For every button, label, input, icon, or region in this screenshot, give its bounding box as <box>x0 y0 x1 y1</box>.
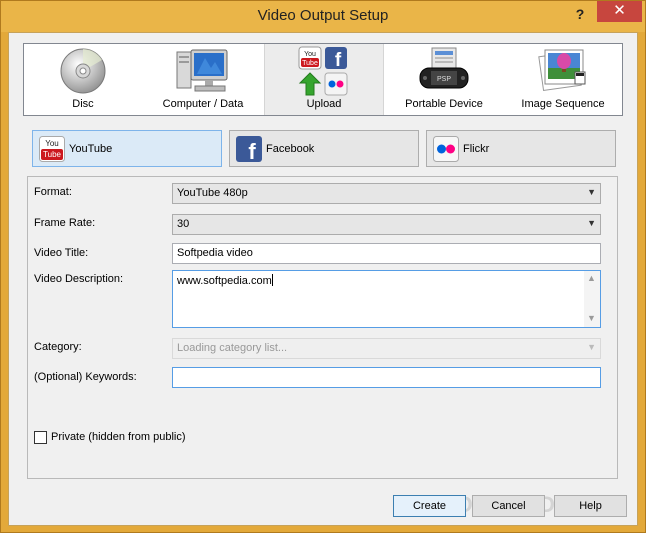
youtube-icon-you-text: You <box>45 139 59 148</box>
facebook-icon: f <box>236 136 262 162</box>
keywords-field[interactable] <box>172 367 601 388</box>
title-help-button[interactable]: ? <box>567 3 593 25</box>
psp-icon: PSP <box>419 47 469 89</box>
category-select-value: Loading category list... <box>177 342 288 354</box>
format-select-value: YouTube 480p <box>177 187 248 199</box>
title-bar: Video Output Setup ? ✕ <box>1 1 645 32</box>
service-tab-label: Flickr <box>463 143 490 155</box>
video-title-field[interactable]: Softpedia video <box>172 243 601 264</box>
category-label: Category: <box>34 341 82 353</box>
video-description-value: www.softpedia.com <box>177 275 272 287</box>
upload-icon-facebook-text: f <box>335 50 342 71</box>
keywords-label: (Optional) Keywords: <box>34 371 137 383</box>
chevron-down-icon: ▼ <box>587 342 596 352</box>
scroll-up-icon[interactable]: ▲ <box>587 273 596 283</box>
private-checkbox-label[interactable]: Private (hidden from public) <box>51 431 186 443</box>
dialog-client-area: Disc Computer / Data You Tube f Upload P… <box>8 32 638 526</box>
video-title-value: Softpedia video <box>177 247 253 259</box>
format-label: Format: <box>34 186 72 198</box>
toolbar-item-portable-device[interactable]: PSP Portable Device <box>384 44 504 115</box>
disc-icon <box>60 48 106 94</box>
category-select[interactable]: Loading category list... ▼ <box>172 338 601 359</box>
youtube-icon-tube-text: Tube <box>43 150 61 159</box>
scroll-down-icon[interactable]: ▼ <box>587 313 596 323</box>
toolbar-item-label: Disc <box>72 98 94 110</box>
upload-icon: You Tube f <box>298 46 348 96</box>
video-output-setup-window: Video Output Setup ? ✕ Disc Computer / D… <box>0 0 646 533</box>
chevron-down-icon: ▼ <box>587 187 596 197</box>
service-tab-label: YouTube <box>69 143 113 155</box>
youtube-settings-panel: Format: YouTube 480p ▼ Frame Rate: 30 ▼ … <box>27 176 618 479</box>
psp-icon-text: PSP <box>437 76 451 83</box>
service-tab-flickr[interactable]: Flickr <box>426 130 616 167</box>
toolbar-item-upload[interactable]: You Tube f Upload <box>264 44 384 115</box>
toolbar-item-label: Computer / Data <box>162 98 244 110</box>
text-caret <box>271 274 273 286</box>
service-tab-youtube[interactable]: You Tube YouTube <box>32 130 222 167</box>
video-description-field[interactable]: www.softpedia.com ▲ ▼ <box>172 270 601 328</box>
format-select[interactable]: YouTube 480p ▼ <box>172 183 601 204</box>
facebook-icon-text: f <box>248 139 256 162</box>
toolbar-item-label: Upload <box>306 98 342 110</box>
private-checkbox[interactable] <box>34 431 47 444</box>
youtube-icon: You Tube <box>39 136 65 162</box>
window-title: Video Output Setup <box>257 7 389 24</box>
service-tab-label: Facebook <box>266 143 315 155</box>
toolbar-item-image-sequence[interactable]: Image Sequence <box>504 44 622 115</box>
toolbar-item-label: Image Sequence <box>521 98 605 110</box>
toolbar-item-computer-data[interactable]: Computer / Data <box>142 44 264 115</box>
frame-rate-select-value: 30 <box>177 218 190 230</box>
computer-icon <box>176 49 228 92</box>
frame-rate-select[interactable]: 30 ▼ <box>172 214 601 235</box>
video-title-label: Video Title: <box>34 247 89 259</box>
cancel-button[interactable]: Cancel <box>472 495 545 517</box>
close-button[interactable]: ✕ <box>597 1 642 22</box>
flickr-icon <box>433 136 459 162</box>
toolbar-item-disc[interactable]: Disc <box>24 44 142 115</box>
toolbar-item-label: Portable Device <box>405 98 483 110</box>
output-type-toolbar: Disc Computer / Data You Tube f Upload P… <box>23 43 623 116</box>
description-scrollbar[interactable]: ▲ ▼ <box>584 271 600 327</box>
create-button[interactable]: Create <box>393 495 466 517</box>
upload-icon-you-text: You <box>304 51 316 58</box>
image-sequence-icon <box>538 49 586 92</box>
help-button[interactable]: Help <box>554 495 627 517</box>
upload-icon-tube-text: Tube <box>302 60 318 67</box>
chevron-down-icon: ▼ <box>587 218 596 228</box>
service-tab-facebook[interactable]: f Facebook <box>229 130 419 167</box>
video-description-label: Video Description: <box>34 273 124 285</box>
frame-rate-label: Frame Rate: <box>34 217 96 229</box>
